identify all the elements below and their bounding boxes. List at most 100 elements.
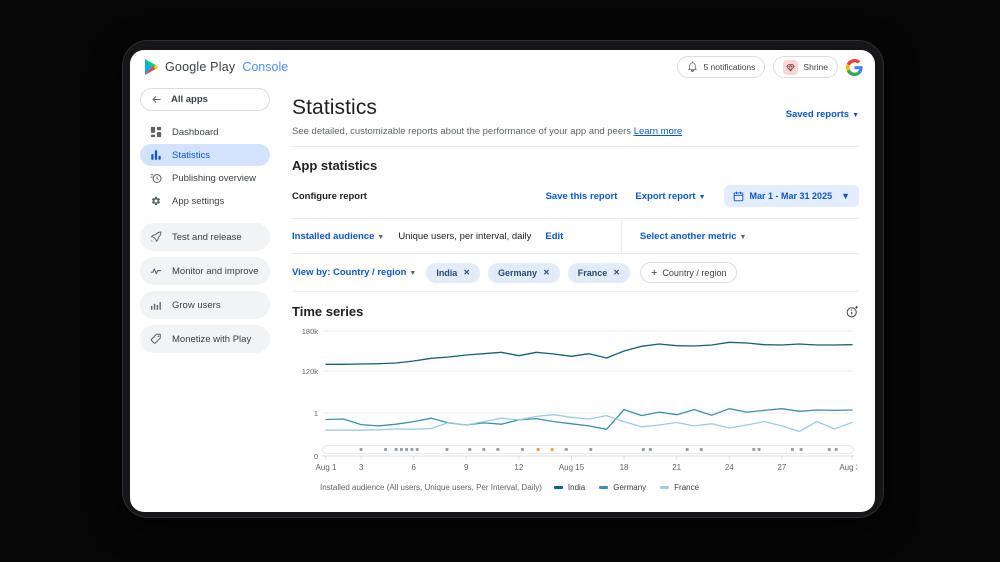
event-marker[interactable] [565,448,568,451]
publishing-overview-icon [150,172,162,184]
chart-insights-icon[interactable] [846,305,859,318]
x-axis-tick-label: 27 [777,463,786,472]
plus-icon: + [651,267,657,279]
sidebar-item-label: Monitor and improve [172,266,259,277]
app-statistics-heading: App statistics [292,158,859,173]
chevron-down-icon: ▼ [740,234,747,241]
legend-entry-label: Germany [613,483,646,492]
select-another-metric-dropdown[interactable]: Select another metric▼ [640,231,747,242]
learn-more-link[interactable]: Learn more [634,126,683,137]
bell-icon [687,61,698,73]
main-content: Statistics Saved reports▼ See detailed, … [278,84,875,512]
sidebar-item-monetize-with-play[interactable]: Monetize with Play [140,325,270,353]
event-marker[interactable] [686,448,689,451]
sidebar-item-label: Publishing overview [172,173,256,184]
event-marker[interactable] [384,448,387,451]
event-marker[interactable] [445,448,448,451]
all-apps-label: All apps [171,94,208,105]
remove-chip-icon[interactable]: ✕ [613,268,620,277]
view-by-dropdown[interactable]: View by: Country / region▼ [292,267,416,278]
legend-swatch [554,486,563,489]
x-axis-tick-label: Aug 15 [559,463,585,472]
saved-reports-dropdown[interactable]: Saved reports▼ [786,109,859,120]
brand-name: Google Play [165,60,235,74]
remove-chip-icon[interactable]: ✕ [463,268,470,277]
event-marker[interactable] [468,448,471,451]
sidebar-item-dashboard[interactable]: Dashboard [140,121,270,143]
event-marker[interactable] [416,448,419,451]
page-subtitle: See detailed, customizable reports about… [292,126,859,137]
notifications-label: 5 notifications [703,62,755,72]
sidebar-item-monitor-and-improve[interactable]: Monitor and improve [140,257,270,285]
event-marker[interactable] [752,448,755,451]
legend-swatch [660,486,669,489]
add-country-chip-button[interactable]: +Country / region [640,262,737,283]
event-marker[interactable] [791,448,794,451]
date-range-picker[interactable]: Mar 1 - Mar 31 2025 ▼ [724,185,859,207]
remove-chip-icon[interactable]: ✕ [543,268,550,277]
play-console-window: Google Play Console 5 notifications Shri… [130,50,875,512]
sidebar-item-label: Dashboard [172,127,218,138]
y-axis-tick-label: 180k [302,327,319,336]
x-axis-tick-label: 3 [359,463,364,472]
sidebar-item-label: App settings [172,196,224,207]
edit-metric-button[interactable]: Edit [545,231,563,242]
event-marker[interactable] [400,448,403,451]
event-marker[interactable] [828,448,831,451]
event-marker[interactable] [395,448,398,451]
event-marker-highlight[interactable] [551,448,554,451]
x-axis-tick-label: 18 [620,463,629,472]
filter-chip-germany[interactable]: Germany✕ [488,263,560,283]
sidebar-item-app-settings[interactable]: App settings [140,190,270,212]
x-axis-tick-label: Aug 1 [316,463,337,472]
play-triangle-icon [144,59,159,75]
event-marker-highlight[interactable] [537,448,540,451]
event-marker[interactable] [482,448,485,451]
chip-label: France [578,268,608,278]
event-marker[interactable] [649,448,652,451]
save-report-button[interactable]: Save this report [546,191,618,202]
x-axis-tick-label: Aug 31 [839,463,857,472]
x-axis-tick-label: 21 [672,463,681,472]
export-report-dropdown[interactable]: Export report▼ [635,191,705,202]
event-marker[interactable] [800,448,803,451]
sidebar-item-publishing-overview[interactable]: Publishing overview [140,167,270,189]
divider [292,218,859,219]
event-marker[interactable] [521,448,524,451]
sidebar-item-grow-users[interactable]: Grow users [140,291,270,319]
event-marker[interactable] [758,448,761,451]
event-marker[interactable] [405,448,408,451]
metric-dimension-dropdown[interactable]: Installed audience▼ [292,231,384,242]
app-switcher-label: Shrine [803,62,828,72]
sidebar-item-label: Grow users [172,300,221,311]
chip-label: India [436,268,457,278]
google-account-avatar[interactable] [846,59,863,76]
event-marker[interactable] [496,448,499,451]
metric-description: Unique users, per interval, daily [398,231,531,242]
divider [292,146,859,147]
filter-chip-india[interactable]: India ✕ [426,263,480,283]
y-axis-tick-label: 0 [314,452,318,461]
filter-chips: India✕Germany✕France✕ [426,263,630,283]
event-marker[interactable] [835,448,838,451]
event-marker[interactable] [589,448,592,451]
notifications-button[interactable]: 5 notifications [677,56,765,78]
page-title: Statistics [292,96,377,120]
sidebar-item-label: Statistics [172,150,210,161]
chevron-down-icon: ▼ [699,194,706,201]
sidebar-item-test-and-release[interactable]: Test and release [140,223,270,251]
google-play-console-logo[interactable]: Google Play Console [144,59,288,75]
legend-entry-india: India [554,483,585,492]
event-marker[interactable] [360,448,363,451]
grow-users-icon [150,299,162,311]
all-apps-button[interactable]: All apps [140,88,270,111]
event-marker[interactable] [642,448,645,451]
sidebar-gap [140,213,270,223]
app-switcher-button[interactable]: Shrine [773,56,838,78]
event-marker[interactable] [410,448,413,451]
filter-chip-france[interactable]: France ✕ [568,263,630,283]
sidebar-item-statistics[interactable]: Statistics [140,144,270,166]
event-marker[interactable] [700,448,703,451]
sidebar-groups: Test and release Monitor and improve Grow … [140,223,270,353]
legend-entry-germany: Germany [599,483,646,492]
